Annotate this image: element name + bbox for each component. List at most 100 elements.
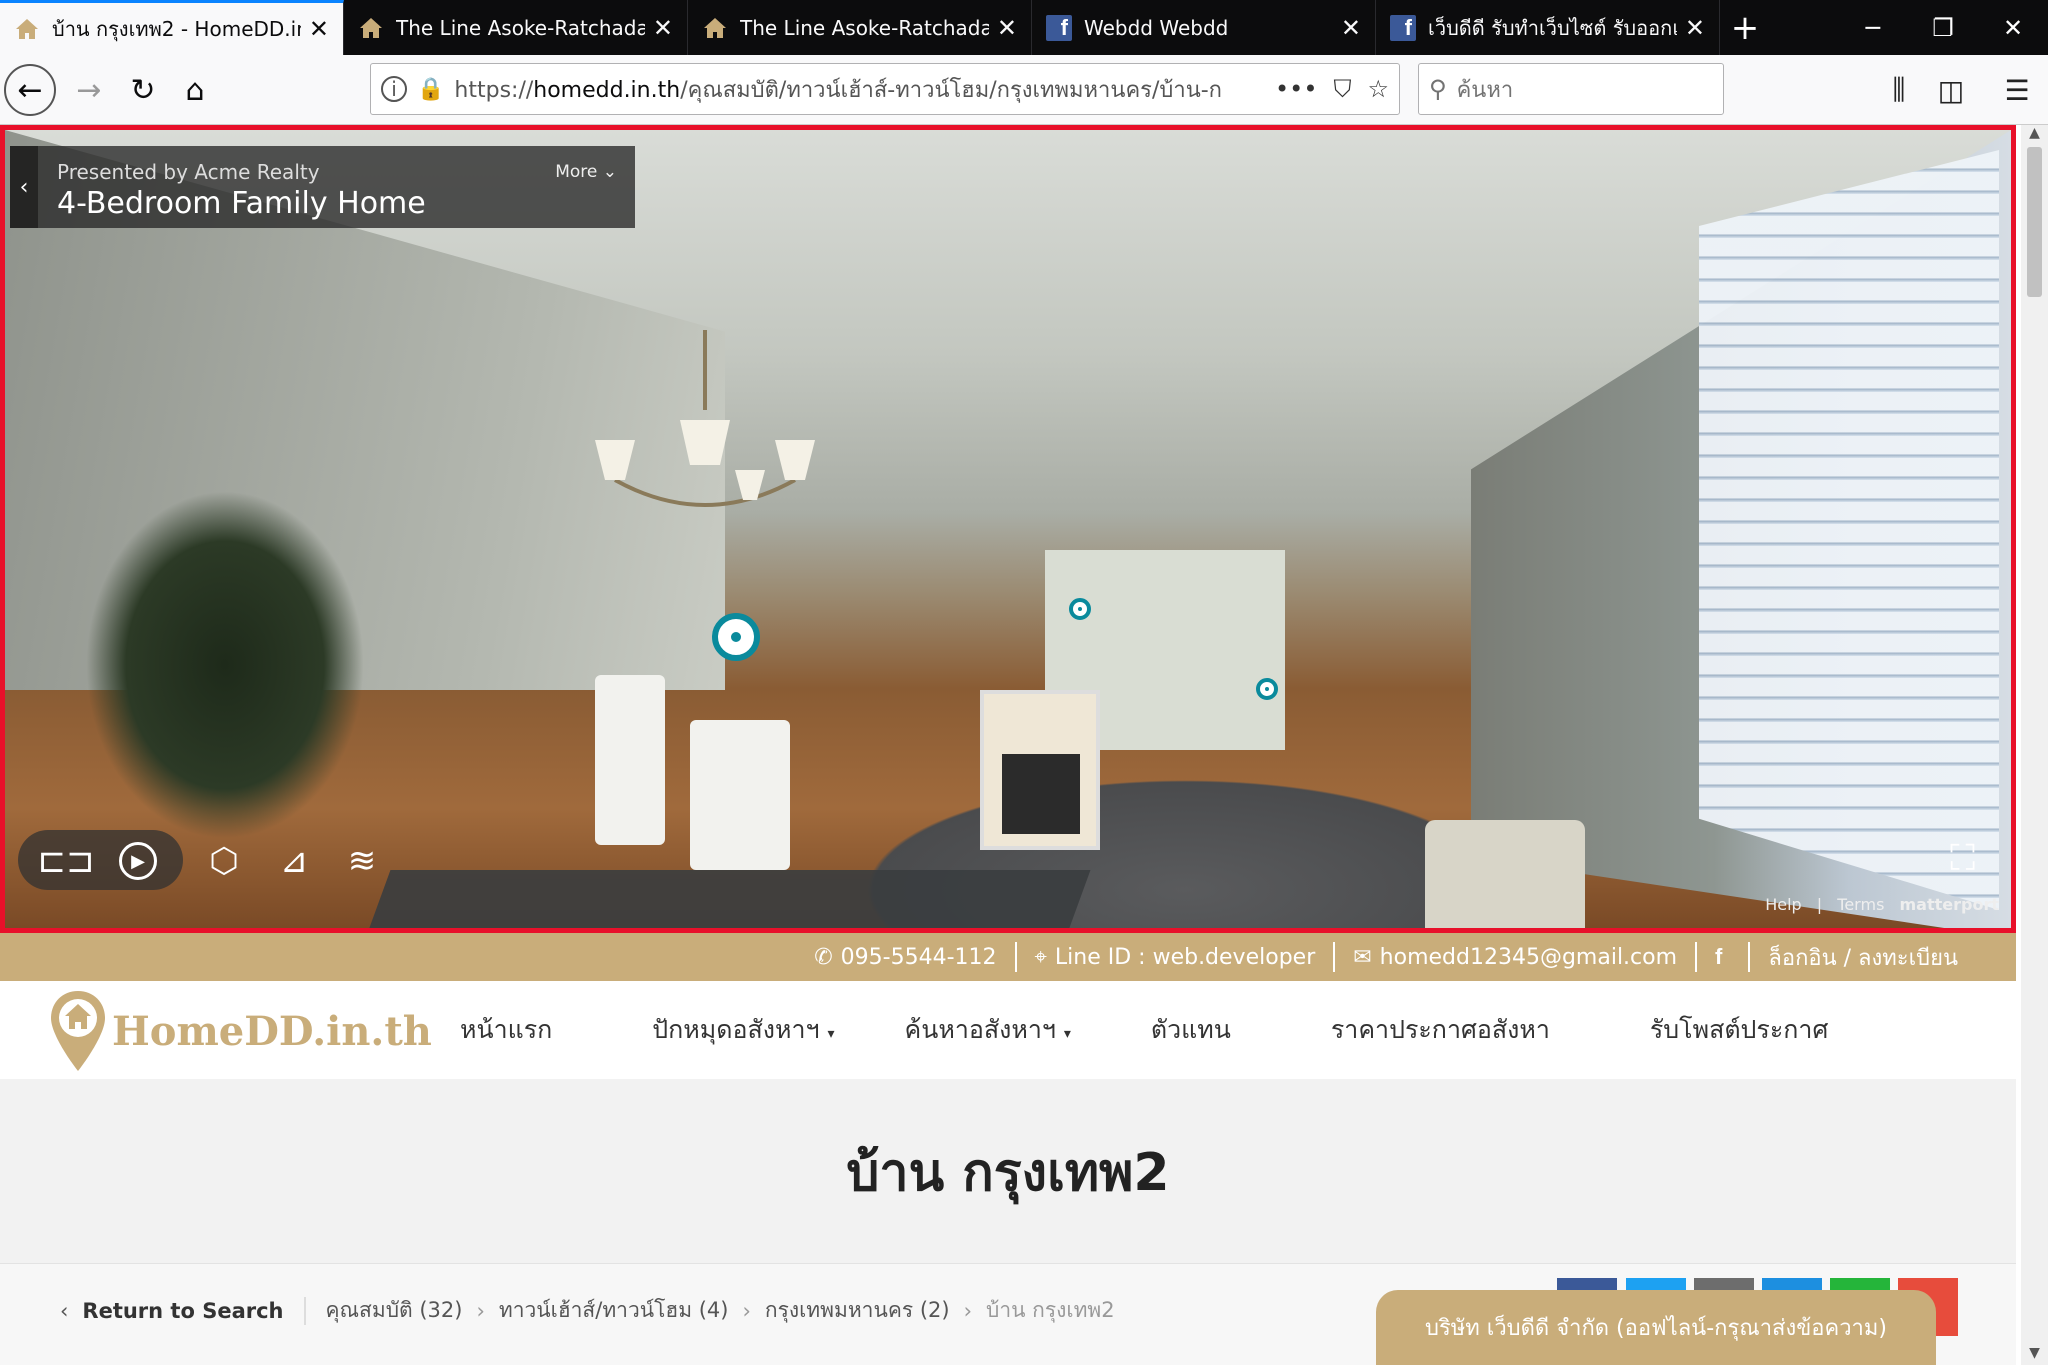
search-icon: ⚲	[1429, 75, 1447, 103]
tab-title: The Line Asoke-Ratchada1	[396, 15, 645, 40]
facebook-icon: f	[1715, 944, 1723, 969]
breadcrumb: ‹ Return to Search คุณสมบัติ (32) › ทาวน…	[60, 1294, 1115, 1327]
scroll-up-icon[interactable]: ▲	[2021, 125, 2048, 145]
tab-title: Webdd Webdd	[1084, 15, 1229, 40]
nav-home[interactable]: หน้าแรก	[460, 1010, 552, 1050]
close-window-icon[interactable]: ✕	[1978, 0, 2048, 55]
search-input[interactable]: ⚲ ค้นหา	[1418, 63, 1724, 115]
more-button[interactable]: More ⌄	[555, 162, 617, 182]
play-icon[interactable]: ▶	[119, 842, 157, 880]
tab-webdd[interactable]: f Webdd Webdd ✕	[1032, 0, 1376, 55]
pocket-icon[interactable]: ⛉	[1333, 75, 1351, 103]
page-actions-icon[interactable]: •••	[1275, 75, 1317, 103]
live-chat-tab[interactable]: บริษัท เว็บดีดี จำกัด (ออฟไลน์-กรุณาส่งข…	[1376, 1290, 1936, 1365]
house-icon	[360, 17, 382, 38]
facebook-link[interactable]: f	[1697, 942, 1751, 972]
fullscreen-icon[interactable]: ⛶	[1950, 838, 1994, 882]
plant-image	[85, 490, 365, 840]
sidebar-icon[interactable]: ◫	[1924, 63, 1978, 117]
caret-down-icon: ▾	[827, 1026, 835, 1042]
location-pin-house-icon	[51, 991, 105, 1071]
tour-hotspot[interactable]	[712, 613, 760, 661]
menu-icon[interactable]: ☰	[1990, 63, 2044, 117]
login-link[interactable]: ล็อกอิน / ลงทะเบียน	[1750, 942, 1976, 972]
close-tab-icon[interactable]: ✕	[1685, 14, 1705, 42]
presented-by-text: Presented by Acme Realty	[57, 160, 320, 184]
virtual-tour-viewer[interactable]: ‹ Presented by Acme Realty 4-Bedroom Fam…	[0, 125, 2016, 933]
nav-search-property[interactable]: ค้นหาอสังหาฯ ▾	[905, 1010, 1071, 1050]
caret-down-icon: ▾	[1063, 1026, 1071, 1042]
breadcrumb-item[interactable]: คุณสมบัติ (32)	[326, 1294, 463, 1327]
back-icon[interactable]: ←	[4, 64, 56, 116]
close-tab-icon[interactable]: ✕	[653, 14, 673, 42]
page-scrollbar[interactable]: ▲ ▼	[2021, 125, 2048, 1365]
tour-info-panel: ‹ Presented by Acme Realty 4-Bedroom Fam…	[10, 146, 635, 228]
phone-contact[interactable]: ✆ 095-5544-112	[796, 942, 1017, 972]
minimize-icon[interactable]: ─	[1838, 0, 1908, 55]
search-placeholder: ค้นหา	[1456, 77, 1514, 103]
tour-footer: Help | Terms matterport	[1765, 895, 2000, 914]
collapse-panel-icon[interactable]: ‹	[10, 146, 38, 228]
dollhouse-icon[interactable]: ⬡	[203, 840, 245, 882]
address-bar[interactable]: i 🔒 https://homedd.in.th/คุณสมบัติ/ทาวน์…	[370, 63, 1400, 115]
fireplace-image	[980, 690, 1100, 850]
window-controls: ─ ❐ ✕	[1838, 0, 2048, 55]
url-text[interactable]: https://homedd.in.th/คุณสมบัติ/ทาวน์เฮ้า…	[454, 72, 1259, 107]
home-icon[interactable]: ⌂	[168, 63, 222, 117]
terms-link[interactable]: Terms	[1837, 895, 1884, 914]
matterport-logo[interactable]: matterport	[1900, 895, 2000, 914]
close-tab-icon[interactable]: ✕	[1341, 14, 1361, 42]
chandelier-image	[595, 330, 815, 507]
location-pin-icon: ⌖	[1034, 944, 1047, 970]
line-contact[interactable]: ⌖ Line ID : web.developer	[1017, 942, 1336, 972]
tab-homedd[interactable]: บ้าน กรุงเทพ2 - HomeDD.in.th ✕	[0, 0, 344, 55]
nav-post-listing[interactable]: รับโพสต์ประกาศ	[1650, 1010, 1828, 1050]
help-link[interactable]: Help	[1765, 895, 1801, 914]
envelope-icon: ✉	[1353, 944, 1372, 970]
library-icon[interactable]: ⫼	[1872, 63, 1926, 117]
phone-icon: ✆	[814, 944, 833, 970]
tab-theline-2[interactable]: The Line Asoke-Ratchada1 ✕	[688, 0, 1032, 55]
facebook-icon: f	[1390, 14, 1416, 41]
nav-pin-property[interactable]: ปักหมุดอสังหาฯ ▾	[652, 1010, 834, 1050]
main-navigation: หน้าแรก ปักหมุดอสังหาฯ ▾ ค้นหาอสังหาฯ ▾ …	[420, 981, 1828, 1079]
bookmark-star-icon[interactable]: ☆	[1367, 75, 1389, 103]
return-to-search-link[interactable]: Return to Search	[82, 1299, 283, 1323]
breadcrumb-item[interactable]: กรุงเทพมหานคร (2)	[765, 1294, 950, 1327]
scroll-down-icon[interactable]: ▼	[2021, 1345, 2048, 1365]
tour-title: 4-Bedroom Family Home	[57, 186, 426, 221]
email-contact[interactable]: ✉ homedd12345@gmail.com	[1335, 942, 1698, 972]
window-blinds-image	[1699, 150, 1999, 910]
logo-text: HomeDD.in.th	[112, 1007, 432, 1055]
restore-icon[interactable]: ❐	[1908, 0, 1978, 55]
vase-image	[595, 675, 665, 845]
site-logo[interactable]: HomeDD.in.th	[48, 989, 432, 1073]
breadcrumb-current: บ้าน กรุงเทพ2	[985, 1298, 1115, 1322]
scrollbar-thumb[interactable]	[2027, 147, 2042, 297]
tour-hotspot[interactable]	[1069, 598, 1091, 620]
contact-bar: ✆ 095-5544-112 ⌖ Line ID : web.developer ✉…	[0, 933, 2016, 981]
tour-mode-icon[interactable]: ⊏⊐	[38, 840, 95, 882]
info-icon[interactable]: i	[381, 76, 407, 102]
tour-hotspot[interactable]	[1256, 678, 1278, 700]
forward-icon[interactable]: →	[62, 63, 116, 117]
dining-table-image	[339, 870, 1091, 928]
tab-theline-1[interactable]: The Line Asoke-Ratchada1 ✕	[344, 0, 688, 55]
tab-title: บ้าน กรุงเทพ2 - HomeDD.in.th	[52, 17, 301, 41]
chevron-left-icon: ‹	[60, 1298, 69, 1323]
chevron-down-icon: ⌄	[602, 162, 617, 182]
breadcrumb-item[interactable]: ทาวน์เฮ้าส์/ทาวน์โฮม (4)	[499, 1294, 729, 1327]
floorplan-icon[interactable]: ⊿	[273, 840, 315, 882]
new-tab-button[interactable]: +	[1720, 0, 1770, 55]
nav-price-listing[interactable]: ราคาประกาศอสังหา	[1331, 1010, 1550, 1050]
floors-icon[interactable]: ≋	[341, 840, 383, 882]
reload-icon[interactable]: ↻	[116, 63, 170, 117]
tab-webdd-services[interactable]: f เว็บดีดี รับทำเว็บไซต์ รับออกแบบ ✕	[1376, 0, 1720, 55]
close-tab-icon[interactable]: ✕	[997, 14, 1017, 42]
facebook-icon: f	[1046, 14, 1072, 41]
chevron-right-icon: ›	[476, 1298, 485, 1323]
nav-agents[interactable]: ตัวแทน	[1151, 1010, 1231, 1050]
site-header: HomeDD.in.th หน้าแรก ปักหมุดอสังหาฯ ▾ ค้…	[0, 981, 2016, 1079]
close-tab-icon[interactable]: ✕	[309, 15, 329, 43]
lock-icon: 🔒	[417, 76, 445, 102]
